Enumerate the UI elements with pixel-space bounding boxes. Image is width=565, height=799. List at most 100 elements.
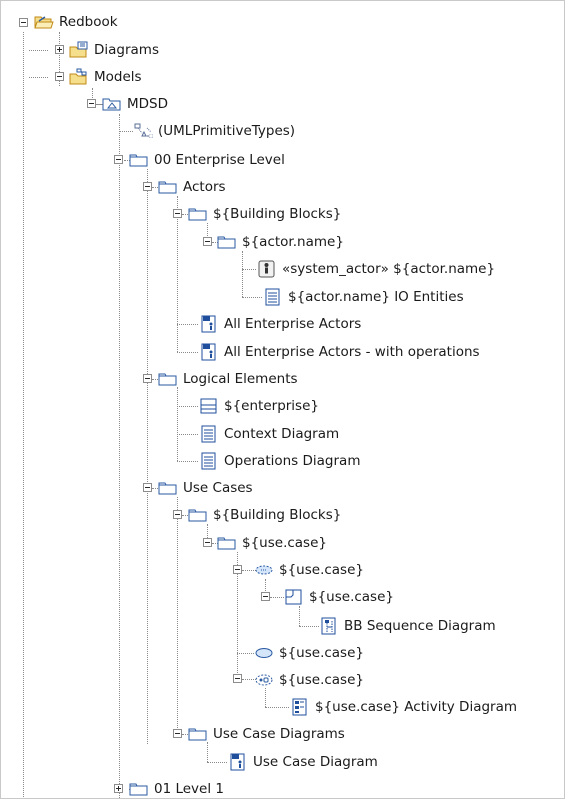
- model-library-icon: <>: [133, 122, 153, 140]
- tree-node-use-case-activity[interactable]: ${use.case}: [254, 669, 364, 691]
- tree-line: [299, 606, 300, 626]
- collapse-toggle-models[interactable]: [55, 72, 64, 81]
- tree-node-redbook[interactable]: Redbook: [34, 11, 118, 33]
- collapse-toggle-building-blocks[interactable]: [173, 510, 182, 519]
- collapse-toggle-use-case[interactable]: [233, 565, 242, 574]
- tree-node-system-actor[interactable]: «system_actor» ${actor.name}: [257, 258, 495, 280]
- expand-toggle-diagrams[interactable]: [55, 45, 64, 54]
- collapse-toggle-redbook[interactable]: [19, 18, 28, 27]
- tree-line: [265, 707, 289, 708]
- tree-node-label: ${enterprise}: [224, 398, 319, 414]
- component-icon: [199, 397, 219, 415]
- tree-line: [177, 352, 198, 353]
- collapse-toggle-use-case-activity[interactable]: [233, 674, 242, 683]
- tree-node-use-case[interactable]: ${use.case}: [254, 642, 364, 664]
- tree-node-label: (UMLPrimitiveTypes): [158, 123, 296, 139]
- expand-toggle-level-1[interactable]: [114, 784, 123, 793]
- tree-node-use-case-dashed[interactable]: ${use.case}: [254, 559, 364, 581]
- tree-node-actor-name-package[interactable]: ${actor.name}: [217, 231, 344, 253]
- collapse-toggle-building-blocks[interactable]: [173, 209, 182, 218]
- tree-node-context-diagram[interactable]: Context Diagram: [199, 423, 339, 445]
- package-icon: [217, 534, 237, 552]
- tree-node-building-blocks[interactable]: ${Building Blocks}: [188, 203, 341, 225]
- tree-node-label: 00 Enterprise Level: [154, 152, 285, 168]
- tree-line: [119, 114, 120, 798]
- tree-node-label: Diagrams: [94, 42, 159, 58]
- use-case-icon: [254, 644, 274, 662]
- tree-line: [237, 653, 254, 654]
- tree-node-label: Actors: [183, 179, 226, 195]
- tree-node-uml-primitive-types[interactable]: <> (UMLPrimitiveTypes): [133, 120, 295, 142]
- collapse-toggle-use-case-interaction[interactable]: [261, 592, 270, 601]
- tree-node-mdsd[interactable]: MDSD: [102, 93, 168, 115]
- tree-node-models[interactable]: Models: [69, 66, 142, 88]
- tree-node-all-enterprise-actors[interactable]: All Enterprise Actors: [199, 313, 361, 335]
- tree-line: [119, 131, 133, 132]
- sequence-diagram-icon: [319, 617, 339, 635]
- tree-node-label: ${Building Blocks}: [213, 507, 342, 523]
- project-folder-icon: [34, 13, 54, 31]
- tree-node-all-enterprise-actors-with-operations[interactable]: All Enterprise Actors - with operations: [199, 341, 480, 363]
- tree-node-operations-diagram[interactable]: Operations Diagram: [199, 450, 360, 472]
- tree-node-level-1[interactable]: 01 Level 1: [129, 778, 224, 798]
- collapse-toggle-mdsd[interactable]: [87, 99, 96, 108]
- tree-node-label: Use Case Diagram: [253, 754, 378, 770]
- tree-node-label: ${Building Blocks}: [213, 206, 342, 222]
- tree-node-use-case-diagram[interactable]: Use Case Diagram: [228, 751, 378, 773]
- tree-node-label: Use Cases: [183, 480, 253, 496]
- diagrams-folder-icon: [69, 41, 89, 59]
- tree-node-label: Use Case Diagrams: [213, 726, 345, 742]
- tree-line: [29, 77, 48, 78]
- tree-node-label: «system_actor» ${actor.name}: [282, 261, 496, 277]
- tree-node-use-case-activity-diagram[interactable]: ${use.case} Activity Diagram: [290, 696, 517, 718]
- tree-node-label: ${use.case}: [309, 589, 394, 605]
- tree-node-actor-io-entities[interactable]: ${actor.name} IO Entities: [263, 286, 464, 308]
- tree-node-label: BB Sequence Diagram: [344, 618, 496, 634]
- tree-node-label: Models: [94, 69, 142, 85]
- tree-line: [177, 434, 198, 435]
- activity-diagram-icon: [290, 698, 310, 716]
- class-diagram-icon: [199, 315, 219, 333]
- tree-node-label: ${use.case}: [242, 535, 327, 551]
- collapse-toggle-actor-name[interactable]: [203, 237, 212, 246]
- tree-line: [299, 626, 319, 627]
- tree-line: [270, 597, 284, 598]
- tree-node-logical-elements[interactable]: Logical Elements: [158, 368, 298, 390]
- collapse-toggle-actors[interactable]: [143, 182, 152, 191]
- tree-node-bb-sequence-diagram[interactable]: BB Sequence Diagram: [319, 615, 496, 637]
- diagram-icon: [199, 425, 219, 443]
- tree-line: [177, 196, 178, 352]
- collapse-toggle-enterprise-level[interactable]: [114, 155, 123, 164]
- tree-node-label: ${use.case}: [279, 645, 364, 661]
- tree-node-enterprise[interactable]: ${enterprise}: [199, 395, 319, 417]
- tree-node-use-cases[interactable]: Use Cases: [158, 477, 253, 499]
- package-icon: [158, 178, 178, 196]
- tree-line: [177, 324, 198, 325]
- actor-icon: [257, 260, 277, 278]
- collapse-toggle-use-case-diagrams[interactable]: [173, 729, 182, 738]
- tree-line: [207, 742, 208, 762]
- tree-node-use-case-diagrams[interactable]: Use Case Diagrams: [188, 723, 345, 745]
- tree-node-use-case-package[interactable]: ${use.case}: [217, 532, 327, 554]
- tree-node-building-blocks[interactable]: ${Building Blocks}: [188, 504, 341, 526]
- tree-node-label: ${actor.name}: [242, 234, 344, 250]
- tree-node-label: Redbook: [59, 14, 118, 30]
- tree-line: [29, 50, 48, 51]
- model-explorer-tree[interactable]: Redbook Diagrams Models MDSD <> (UMLPrim…: [0, 0, 565, 799]
- class-diagram-icon: [228, 753, 248, 771]
- tree-node-label: All Enterprise Actors - with operations: [224, 344, 480, 360]
- tree-node-label: 01 Level 1: [154, 781, 224, 797]
- tree-line: [177, 497, 178, 734]
- tree-node-actors[interactable]: Actors: [158, 176, 226, 198]
- tree-node-diagrams[interactable]: Diagrams: [69, 39, 159, 61]
- collapse-toggle-logical-elements[interactable]: [143, 374, 152, 383]
- package-icon: [188, 725, 208, 743]
- diagram-icon: [199, 452, 219, 470]
- package-icon: [217, 233, 237, 251]
- tree-line: [242, 251, 243, 297]
- collapse-toggle-use-cases[interactable]: [143, 483, 152, 492]
- tree-node-enterprise-level[interactable]: 00 Enterprise Level: [129, 149, 285, 171]
- collapse-toggle-use-case-package[interactable]: [203, 538, 212, 547]
- interaction-icon: [284, 588, 304, 606]
- tree-node-use-case-interaction[interactable]: ${use.case}: [284, 586, 394, 608]
